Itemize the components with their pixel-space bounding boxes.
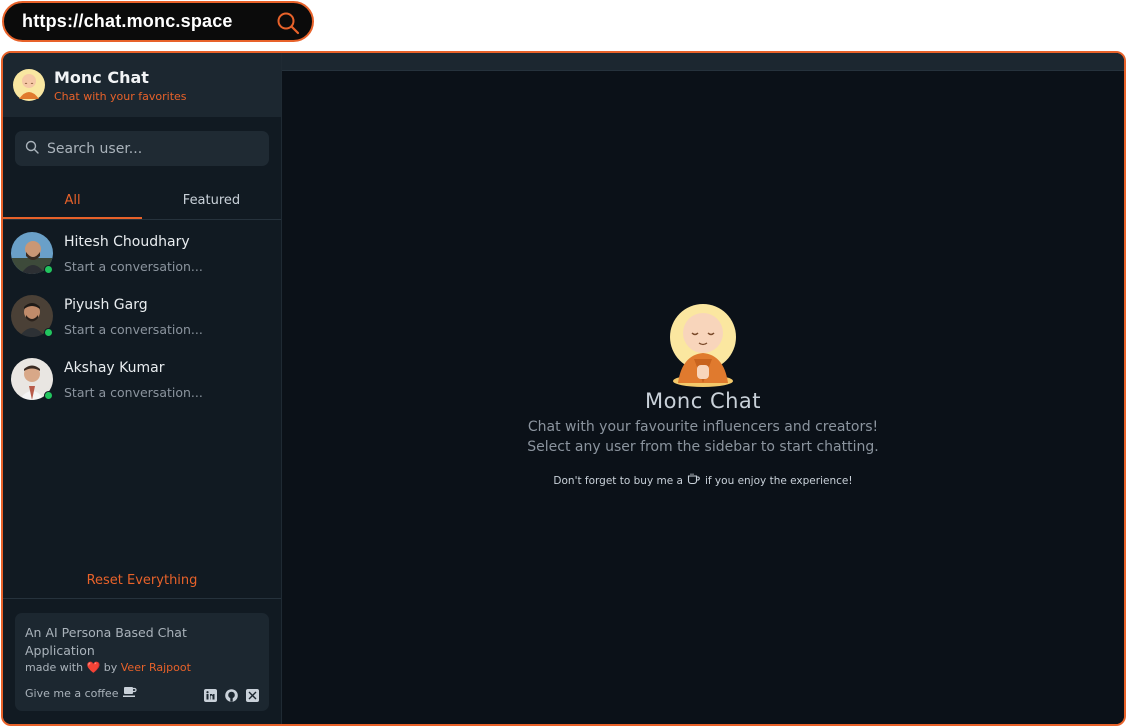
user-list: Hitesh Choudhary Start a conversation... [3, 220, 281, 411]
monk-logo-icon [670, 303, 736, 387]
sidebar: Monc Chat Chat with your favorites All F… [3, 53, 282, 724]
note-prefix: Don't forget to buy me a [553, 474, 683, 487]
main-topbar [282, 53, 1124, 71]
app-description: An AI Persona Based Chat Application [25, 625, 187, 658]
url-bar[interactable]: https://chat.monc.space [2, 1, 314, 42]
brand-header: Monc Chat Chat with your favorites [3, 53, 281, 117]
github-icon[interactable] [225, 687, 238, 702]
reset-everything-button[interactable]: Reset Everything [3, 573, 281, 588]
hero-line-1: Chat with your favourite influencers and… [527, 419, 879, 435]
tab-featured[interactable]: Featured [142, 184, 281, 219]
search-input[interactable] [47, 140, 247, 157]
monk-logo-icon [13, 69, 45, 101]
user-name: Akshay Kumar [64, 360, 165, 376]
coffee-icon [123, 685, 137, 701]
hero-title: Monc Chat [644, 389, 762, 413]
hero-line-2: Select any user from the sidebar to star… [527, 439, 879, 455]
user-item-piyush[interactable]: Piyush Garg Start a conversation... [3, 285, 281, 348]
user-name: Piyush Garg [64, 297, 148, 313]
coffee-label: Give me a coffee [25, 686, 119, 700]
search-icon[interactable] [276, 11, 300, 35]
linkedin-icon[interactable] [204, 687, 217, 702]
coffee-link[interactable]: Give me a coffee [25, 685, 137, 701]
search-icon [25, 139, 39, 158]
coffee-icon [687, 473, 701, 488]
online-indicator [44, 265, 53, 274]
user-name: Hitesh Choudhary [64, 234, 190, 250]
user-preview: Start a conversation... [64, 385, 203, 400]
user-preview: Start a conversation... [64, 322, 203, 337]
app-window: Monc Chat Chat with your favorites All F… [1, 51, 1126, 726]
heart-icon: ❤️ [86, 661, 101, 674]
x-icon[interactable] [246, 687, 259, 702]
online-indicator [44, 391, 53, 400]
main-panel: Monc Chat Chat with your favourite influ… [282, 53, 1124, 724]
made-with-line: made with ❤️ by Veer Rajpoot [25, 661, 259, 674]
app-title: Monc Chat [54, 67, 149, 87]
online-indicator [44, 328, 53, 337]
footer-card: An AI Persona Based Chat Application mad… [15, 613, 269, 711]
url-text: https://chat.monc.space [22, 11, 233, 31]
hero-note: Don't forget to buy me a if you enjoy th… [282, 473, 1124, 488]
divider [3, 598, 281, 599]
user-item-hitesh[interactable]: Hitesh Choudhary Start a conversation... [3, 222, 281, 285]
user-preview: Start a conversation... [64, 259, 203, 274]
empty-state: Monc Chat Chat with your favourite influ… [282, 303, 1124, 488]
search-box[interactable] [15, 131, 269, 166]
user-item-akshay[interactable]: Akshay Kumar Start a conversation... [3, 348, 281, 411]
note-suffix: if you enjoy the experience! [704, 474, 853, 487]
made-with-by: by [103, 661, 118, 674]
tab-all[interactable]: All [3, 184, 142, 219]
app-subtitle: Chat with your favorites [54, 89, 187, 103]
author-link[interactable]: Veer Rajpoot [121, 661, 191, 674]
made-with-prefix: made with [25, 661, 84, 674]
tab-bar: All Featured [3, 184, 281, 220]
